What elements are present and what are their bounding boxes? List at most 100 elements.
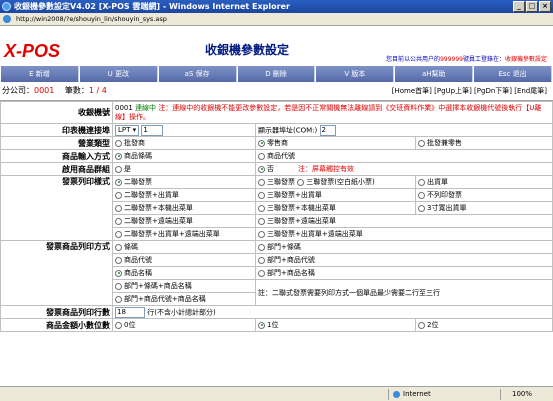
address-bar[interactable]: http://win2008/?e/shouyin_lin/shouyin_sy… (0, 13, 553, 26)
exit-button[interactable]: Esc 退出 (474, 66, 553, 82)
register-no: 0001 (115, 103, 133, 112)
edit-button[interactable]: U 更改 (79, 66, 158, 82)
input-radio-barcode[interactable] (115, 152, 122, 160)
business-opt-retail: 零售商 (267, 139, 288, 147)
invoice-opt: 二聯發票+遠端出菜單 (124, 217, 193, 225)
invoice-opt: 三聯發票+本機出菜單 (267, 204, 336, 212)
version-button[interactable]: V 版本 (316, 66, 395, 82)
item-print-radio[interactable] (115, 243, 122, 251)
invoice-radio[interactable] (258, 178, 265, 186)
item-print-opt: 部門+商品代號 (267, 256, 315, 264)
zoom-level[interactable]: 100% (512, 387, 532, 401)
lines-input[interactable]: 18 (115, 306, 145, 318)
input-opt-barcode: 商品條碼 (124, 152, 152, 160)
group-opt-yes: 是 (124, 165, 131, 173)
item-print-radio[interactable] (115, 295, 122, 303)
invoice-opt: 二聯發票+出貨單+遠端出菜單 (124, 230, 220, 238)
invoice-label: 發票列印樣式 (0, 175, 113, 241)
register-label: 收銀機號 (0, 101, 113, 124)
invoice-radio[interactable] (297, 178, 305, 186)
decimal-opt-1: 1位 (267, 321, 279, 329)
record-info: 分公司：0001 筆數：1 / 4 [Home首筆] [PgUp上筆] [PgD… (0, 84, 553, 98)
item-print-label: 發票商品列印方式 (0, 240, 113, 306)
invoice-opt: 三聯發票+遠端出菜單 (267, 217, 336, 225)
user-prefix: 您目前以公共用户的 (386, 56, 441, 63)
item-print-radio[interactable] (258, 256, 265, 264)
printer-port-select[interactable]: LPT ▾ (115, 124, 140, 136)
branch-label: 分公司： (2, 86, 34, 95)
register-status: 連線中 (135, 103, 157, 112)
invoice-radio[interactable] (258, 191, 265, 199)
invoice-radio[interactable] (418, 191, 425, 199)
toolbar: E 新增 U 更改 aS 保存 D 刪除 V 版本 aH幫助 Esc 退出 (0, 66, 553, 82)
printer-port-value: LPT (118, 125, 131, 134)
display-port-input[interactable]: 2 (319, 124, 336, 136)
invoice-opt: 二聯發票 (124, 178, 152, 186)
maximize-button[interactable]: □ (526, 1, 538, 12)
business-opt-both: 批發兼零售 (427, 139, 462, 147)
invoice-opt: 二聯發票+出貨單 (124, 191, 179, 199)
invoice-radio[interactable] (418, 178, 425, 186)
item-print-opt: 商品名稱 (124, 269, 152, 277)
close-button[interactable]: × (539, 1, 551, 12)
display-label: 顯示器埠址(COM:) (258, 126, 318, 134)
invoice-radio[interactable] (115, 217, 122, 225)
business-radio-wholesale[interactable] (115, 139, 122, 147)
item-print-radio[interactable] (258, 243, 265, 251)
business-label: 營業類型 (0, 136, 113, 150)
group-radio-no[interactable] (258, 165, 265, 173)
invoice-radio[interactable] (115, 191, 122, 199)
page-title: 收銀機參數設定 (205, 43, 290, 57)
save-button[interactable]: aS 保存 (158, 66, 237, 82)
item-print-radio[interactable] (115, 256, 122, 264)
invoice-radio[interactable] (115, 204, 122, 212)
register-note: 注：連線中的收銀機不能更改參數設定，若是因不正常關機無法離線請到《交班資料作業》… (115, 103, 542, 121)
decimal-opt-0: 0位 (124, 321, 136, 329)
invoice-opt: 三聯發票 (267, 178, 295, 186)
invoice-radio[interactable] (258, 204, 265, 212)
branch-value: 0001 (34, 86, 55, 95)
group-radio-yes[interactable] (115, 165, 122, 173)
invoice-radio[interactable] (115, 178, 122, 186)
item-print-radio[interactable] (115, 269, 122, 277)
decimal-radio-1[interactable] (258, 321, 265, 329)
business-radio-retail[interactable] (258, 139, 265, 147)
invoice-radio[interactable] (418, 204, 425, 212)
item-print-opt: 部門+商品名稱 (267, 269, 315, 277)
item-print-radio[interactable] (115, 282, 122, 290)
user-module: 收銀機參數設定 (504, 56, 547, 63)
item-print-opt: 部門+條碼 (267, 243, 301, 251)
status-divider (388, 389, 389, 400)
new-button[interactable]: E 新增 (1, 66, 79, 82)
window-titlebar: 收銀機參數設定V4.02 [X-POS 雲端網] - Windows Inter… (0, 0, 553, 13)
minimize-button[interactable]: _ (513, 1, 525, 12)
item-print-opt: 商品代號 (124, 256, 152, 264)
help-button[interactable]: aH幫助 (395, 66, 474, 82)
invoice-radio[interactable] (258, 230, 265, 238)
item-print-opt: 部門+商品代號+商品名稱 (124, 295, 206, 303)
input-opt-code: 商品代號 (267, 152, 295, 160)
invoice-radio[interactable] (258, 217, 265, 225)
invoice-opt: 不列印發票 (427, 191, 462, 199)
group-note: 注：屏幕觸控有效 (298, 165, 354, 173)
decimal-radio-2[interactable] (418, 321, 425, 329)
invoice-opt: 3寸寬出貨單 (427, 204, 467, 212)
address-url[interactable]: http://win2008/?e/shouyin_lin/shouyin_sy… (14, 14, 167, 25)
decimal-radio-0[interactable] (115, 321, 122, 329)
user-info: 您目前以公共用户的999999號員工登錄在：收銀機參數設定 (386, 54, 547, 63)
count-label: 筆數： (64, 86, 89, 95)
invoice-opt: 三聯發票(空白紙小票) (306, 178, 375, 186)
invoice-radio[interactable] (115, 230, 122, 238)
item-print-radio[interactable] (258, 269, 265, 277)
lines-note: 行(不含小計總計部分) (147, 308, 216, 316)
printer-port-number[interactable]: 1 (141, 124, 164, 136)
printer-label: 印表機連接埠 (0, 123, 113, 137)
input-radio-code[interactable] (258, 152, 265, 160)
business-radio-both[interactable] (418, 139, 425, 147)
page-icon (3, 15, 11, 23)
invoice-opt: 出貨單 (427, 178, 448, 186)
decimal-label: 商品金額小數位數 (0, 318, 113, 332)
delete-button[interactable]: D 刪除 (237, 66, 316, 82)
record-nav[interactable]: [Home首筆] [PgUp上筆] [PgDn下筆] [End尾筆] (392, 84, 547, 98)
logo: X-POS (4, 41, 61, 61)
